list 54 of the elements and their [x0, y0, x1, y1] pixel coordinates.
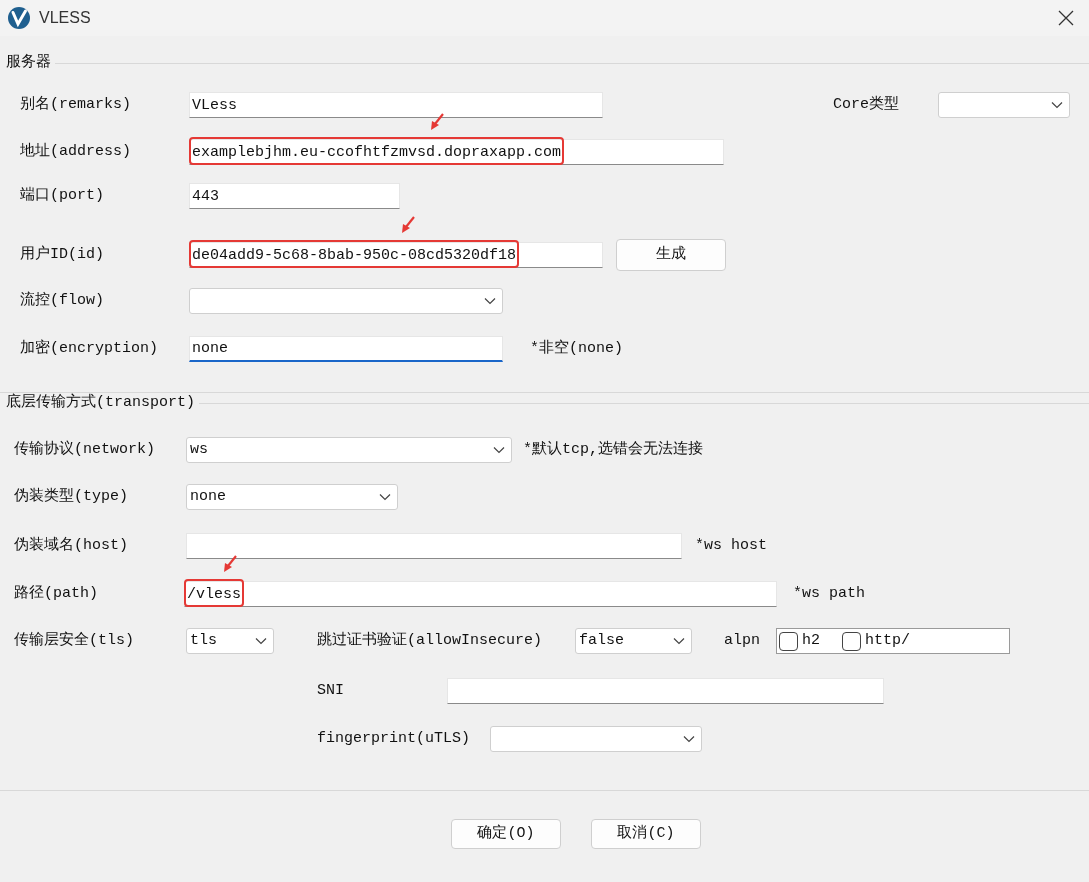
- dropdown[interactable]: false: [575, 628, 692, 654]
- checkbox-label: h2: [802, 630, 820, 651]
- text-field[interactable]: examplebjhm.eu-ccofhtfzmvsd.dopraxapp.com: [189, 139, 724, 165]
- text-field[interactable]: VLess: [189, 92, 603, 118]
- text-field[interactable]: de04add9-5c68-8bab-950c-08cd5320df18: [189, 242, 603, 268]
- chevron-down-icon: [379, 493, 391, 501]
- chevron-down-icon: [1051, 101, 1063, 109]
- chevron-down-icon: [484, 297, 496, 305]
- field-label: 端口(port): [20, 185, 104, 206]
- annotation-arrow-icon: [400, 216, 416, 234]
- chevron-down-icon: [673, 637, 685, 645]
- checkbox-label: http/: [865, 630, 911, 651]
- text-field[interactable]: 443: [189, 183, 400, 209]
- dropdown[interactable]: tls: [186, 628, 274, 654]
- dropdown[interactable]: ws: [186, 437, 512, 463]
- field-label: 流控(flow): [20, 290, 104, 311]
- field-label: 伪装域名(host): [14, 535, 128, 556]
- field-label: alpn: [724, 630, 760, 651]
- field-label: 传输层安全(tls): [14, 630, 134, 651]
- section-title: 底层传输方式(transport): [6, 392, 196, 413]
- dropdown[interactable]: none: [186, 484, 398, 510]
- field-label: 跳过证书验证(allowInsecure): [317, 630, 543, 651]
- text-field[interactable]: [447, 678, 884, 704]
- field-label: fingerprint(uTLS): [317, 728, 471, 749]
- field-label: 用户ID(id): [20, 244, 104, 265]
- field-label: 地址(address): [20, 141, 131, 162]
- field-label: 伪装类型(type): [14, 486, 128, 507]
- text-field[interactable]: none: [189, 336, 503, 362]
- field-label: 别名(remarks): [20, 94, 131, 115]
- checkbox[interactable]: [779, 631, 798, 651]
- field-label: 路径(path): [14, 583, 98, 604]
- app-logo-icon: [7, 6, 31, 30]
- close-icon[interactable]: [1057, 9, 1075, 27]
- hint-text: *默认tcp,选错会无法连接: [523, 439, 703, 460]
- annotation-arrow-icon: [429, 113, 445, 131]
- text-field[interactable]: /vless: [184, 581, 777, 607]
- window-title: VLESS: [39, 8, 91, 28]
- hint-text: *非空(none): [530, 338, 623, 359]
- chevron-down-icon: [683, 735, 695, 743]
- checkbox[interactable]: [842, 631, 861, 651]
- chevron-down-icon: [493, 446, 505, 454]
- section-title: 服务器: [6, 52, 51, 73]
- field-label: Core类型: [833, 94, 899, 115]
- field-label: 加密(encryption): [20, 338, 159, 359]
- ok-button[interactable]: 确定(O): [451, 819, 561, 849]
- hint-text: *ws path: [793, 583, 865, 604]
- field-label: 传输协议(network): [14, 439, 155, 460]
- field-label: SNI: [317, 680, 344, 701]
- chevron-down-icon: [255, 637, 267, 645]
- annotation-arrow-icon: [222, 555, 238, 573]
- cancel-button[interactable]: 取消(C): [591, 819, 701, 849]
- generate-button[interactable]: 生成: [616, 239, 726, 271]
- text-field[interactable]: [186, 533, 682, 559]
- hint-text: *ws host: [695, 535, 767, 556]
